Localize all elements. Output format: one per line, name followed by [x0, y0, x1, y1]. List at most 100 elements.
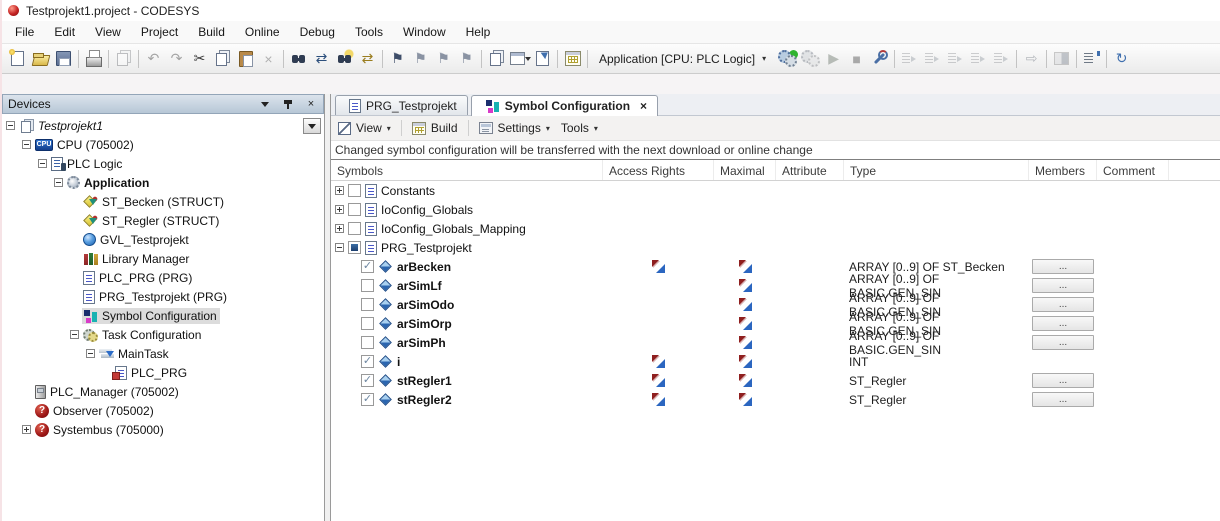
previous-bookmark-icon[interactable]: ⚑ [409, 47, 432, 70]
save-icon[interactable] [52, 47, 75, 70]
build-button[interactable]: Build [431, 121, 458, 135]
tree-item-st-regler-struct-[interactable]: ST_Regler (STRUCT) [2, 211, 324, 230]
panel-menu-button[interactable] [258, 97, 272, 111]
column-header-attribute[interactable]: Attribute [776, 160, 844, 180]
column-header-symbols[interactable]: Symbols [331, 160, 603, 180]
stop-icon[interactable]: ■ [845, 47, 868, 70]
tree-expander[interactable] [54, 178, 63, 187]
tree-item-plc-logic[interactable]: PLC Logic [2, 154, 324, 173]
members-button[interactable]: ... [1032, 278, 1094, 293]
row-expander[interactable] [335, 224, 344, 233]
tree-expander[interactable] [38, 159, 47, 168]
login-icon[interactable] [776, 47, 799, 70]
open-project-icon[interactable] [29, 47, 52, 70]
symbol-checkbox[interactable] [348, 222, 361, 235]
members-button[interactable]: ... [1032, 373, 1094, 388]
find-icon[interactable] [287, 47, 310, 70]
paste-icon[interactable] [234, 47, 257, 70]
step-into-icon[interactable] [921, 47, 944, 70]
breakpoints-icon[interactable] [868, 47, 891, 70]
members-button[interactable]: ... [1032, 335, 1094, 350]
logout-icon[interactable] [799, 47, 822, 70]
menu-tools[interactable]: Tools [345, 22, 393, 42]
tree-item-testprojekt1[interactable]: Testprojekt1 [2, 116, 324, 135]
settings-menu-button[interactable]: Settings [498, 121, 541, 135]
edit-object-icon[interactable] [485, 47, 508, 70]
tree-expander[interactable] [22, 140, 31, 149]
column-header-maximal[interactable]: Maximal [714, 160, 776, 180]
symbol-checkbox[interactable] [348, 203, 361, 216]
tree-item-plc-prg[interactable]: PLC_PRG [2, 363, 324, 382]
start-icon[interactable]: ▶ [822, 47, 845, 70]
row-expander[interactable] [335, 186, 344, 195]
tab-symbol-configuration[interactable]: Symbol Configuration× [471, 95, 658, 116]
menu-view[interactable]: View [85, 22, 131, 42]
symbol-checkbox[interactable]: ✓ [361, 355, 374, 368]
refresh-icon[interactable]: ↻ [1110, 47, 1133, 70]
edit-object-offline-icon[interactable] [508, 47, 531, 70]
menu-file[interactable]: File [5, 22, 44, 42]
step-over-icon[interactable] [898, 47, 921, 70]
symbol-checkbox[interactable] [361, 336, 374, 349]
single-cycle-icon[interactable] [1080, 47, 1103, 70]
tree-item-st-becken-struct-[interactable]: ST_Becken (STRUCT) [2, 192, 324, 211]
tree-item-prg-testprojekt-prg-[interactable]: PRG_Testprojekt (PRG) [2, 287, 324, 306]
tree-item-gvl-testprojekt[interactable]: GVL_Testprojekt [2, 230, 324, 249]
members-button[interactable]: ... [1032, 297, 1094, 312]
column-header-access-rights[interactable]: Access Rights [603, 160, 714, 180]
undo-icon[interactable]: ↶ [142, 47, 165, 70]
replace-icon[interactable]: ⇄ [310, 47, 333, 70]
tab-close-icon[interactable]: × [640, 99, 647, 113]
menu-window[interactable]: Window [393, 22, 456, 42]
new-file-icon[interactable] [6, 47, 29, 70]
menu-debug[interactable]: Debug [290, 22, 345, 42]
menu-help[interactable]: Help [456, 22, 501, 42]
toggle-bookmark-icon[interactable]: ⚑ [386, 47, 409, 70]
tree-item-symbol-configuration[interactable]: Symbol Configuration [2, 306, 324, 325]
members-button[interactable]: ... [1032, 259, 1094, 274]
symbol-checkbox[interactable]: ✓ [361, 260, 374, 273]
panel-close-button[interactable]: × [304, 97, 318, 111]
build-icon[interactable] [561, 47, 584, 70]
tree-item-maintask[interactable]: MainTask [2, 344, 324, 363]
active-application-dropdown[interactable]: Application [CPU: PLC Logic]▾ [593, 50, 774, 68]
flow-control-icon[interactable] [1050, 47, 1073, 70]
column-header-comment[interactable]: Comment [1097, 160, 1169, 180]
menu-online[interactable]: Online [235, 22, 290, 42]
copy-icon[interactable] [211, 47, 234, 70]
root-device-dropdown[interactable] [303, 118, 321, 134]
column-header-type[interactable]: Type [844, 160, 1029, 180]
tree-item-plc-prg-prg-[interactable]: PLC_PRG (PRG) [2, 268, 324, 287]
print-icon[interactable] [82, 47, 105, 70]
show-next-statement-icon[interactable]: ⇨ [1020, 47, 1043, 70]
step-out-icon[interactable] [944, 47, 967, 70]
row-expander[interactable] [335, 205, 344, 214]
cut-icon[interactable]: ✂ [188, 47, 211, 70]
tree-item-systembus-705000-[interactable]: ?Systembus (705000) [2, 420, 324, 439]
symbol-checkbox[interactable] [348, 184, 361, 197]
clear-bookmarks-icon[interactable]: ⚑ [455, 47, 478, 70]
column-header-members[interactable]: Members [1029, 160, 1097, 180]
tree-item-task-configuration[interactable]: Task Configuration [2, 325, 324, 344]
tree-expander[interactable] [86, 349, 95, 358]
tools-menu-button[interactable]: Tools [561, 121, 589, 135]
run-to-cursor-icon[interactable] [967, 47, 990, 70]
symbol-checkbox[interactable]: ✓ [361, 374, 374, 387]
panel-splitter[interactable] [324, 94, 331, 521]
tree-expander[interactable] [70, 330, 79, 339]
symbol-checkbox[interactable] [348, 241, 361, 254]
members-button[interactable]: ... [1032, 392, 1094, 407]
redo-icon[interactable]: ↷ [165, 47, 188, 70]
tree-item-application[interactable]: Application [2, 173, 324, 192]
symbol-checkbox[interactable]: ✓ [361, 393, 374, 406]
delete-icon[interactable]: × [257, 47, 280, 70]
tree-item-observer-705002-[interactable]: ?Observer (705002) [2, 401, 324, 420]
menu-project[interactable]: Project [131, 22, 188, 42]
menu-build[interactable]: Build [188, 22, 235, 42]
set-next-statement-icon[interactable] [990, 47, 1013, 70]
copy-object-icon[interactable] [112, 47, 135, 70]
tab-prg-testprojekt[interactable]: PRG_Testprojekt [335, 95, 468, 115]
find-in-project-icon[interactable] [333, 47, 356, 70]
tree-item-cpu-705002-[interactable]: CPUCPU (705002) [2, 135, 324, 154]
tree-item-library-manager[interactable]: Library Manager [2, 249, 324, 268]
